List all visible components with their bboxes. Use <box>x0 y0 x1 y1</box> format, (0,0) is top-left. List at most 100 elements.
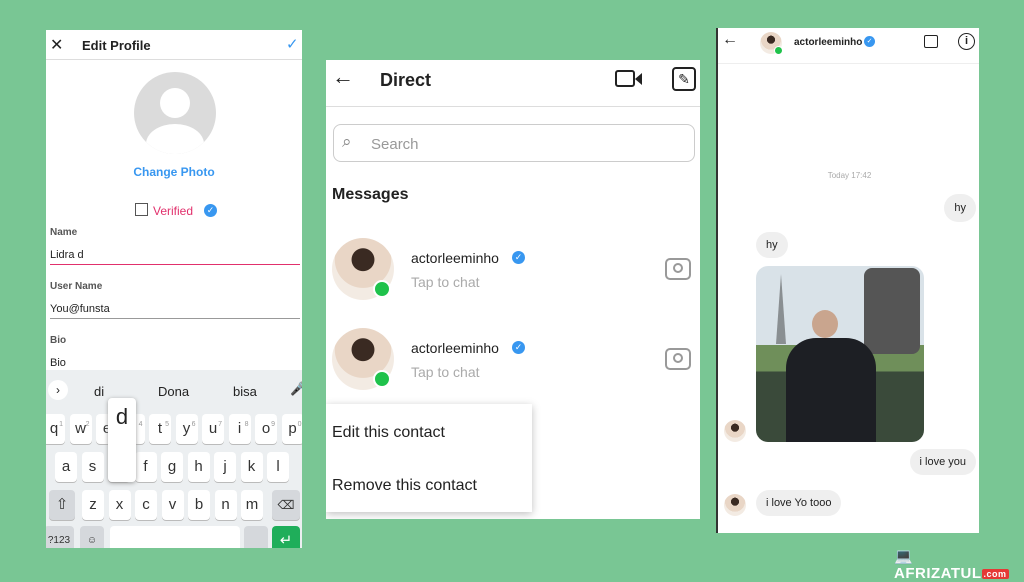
username-input[interactable]: You@funsta <box>50 303 300 319</box>
check-icon[interactable]: ✓ <box>286 35 299 53</box>
key-label: w <box>75 420 86 437</box>
timestamp: Today 17:42 <box>827 171 872 180</box>
key-label: g <box>167 458 177 475</box>
microphone-icon[interactable]: 🎤 <box>290 381 302 397</box>
thread-subtitle: Tap to chat <box>411 274 480 290</box>
key[interactable]: j <box>214 452 236 482</box>
key-hint: 2 <box>85 421 90 428</box>
key[interactable]: y6 <box>175 414 198 444</box>
key-label: x <box>115 496 124 513</box>
key-popup: d <box>108 398 136 482</box>
profile-photo[interactable] <box>134 72 216 154</box>
key[interactable]: p0 <box>281 414 302 444</box>
space-key[interactable] <box>110 526 240 548</box>
key-label: q <box>49 420 59 437</box>
video-call-icon[interactable] <box>924 35 938 48</box>
chat-username[interactable]: actorleeminho <box>794 37 862 48</box>
new-message-icon[interactable]: ✎ <box>672 67 696 91</box>
key-hint: 8 <box>244 421 249 428</box>
message-received: i love Yo tooo <box>756 490 842 516</box>
key[interactable]: v <box>161 490 184 520</box>
back-arrow-icon[interactable]: ← <box>722 31 738 49</box>
key-label: m <box>245 496 259 513</box>
info-icon[interactable]: i <box>958 33 975 50</box>
key[interactable]: a <box>55 452 77 482</box>
key-hint: 9 <box>271 421 275 428</box>
message-sent: hy <box>944 194 976 222</box>
username-label: User Name <box>50 281 103 292</box>
context-menu: Edit this contact Remove this contact <box>326 404 532 512</box>
message-received: hy <box>756 232 788 258</box>
suggestion[interactable]: Dona <box>158 384 189 399</box>
key[interactable]: i8 <box>228 414 251 444</box>
back-arrow-icon[interactable]: ← <box>332 64 354 90</box>
key-label: n <box>221 496 230 513</box>
suggestion[interactable]: di <box>94 384 104 399</box>
period-key[interactable] <box>244 526 268 548</box>
suggestion[interactable]: bisa <box>233 384 257 399</box>
camera-icon[interactable] <box>665 348 691 370</box>
enter-key[interactable]: ↵ <box>272 526 300 548</box>
key[interactable]: c <box>135 490 157 520</box>
photo-message[interactable] <box>756 266 924 442</box>
edit-profile-header: ✕ Edit Profile ✓ <box>46 30 302 60</box>
key[interactable]: z <box>82 490 104 520</box>
keyboard: › di Dona bisa 🎤 q1w2e3r4t5y6u7i8o9p0asd… <box>46 370 302 548</box>
key[interactable]: u7 <box>202 414 224 444</box>
key-label: t <box>157 420 163 437</box>
camera-icon[interactable] <box>665 258 691 280</box>
key[interactable]: o9 <box>255 414 277 444</box>
key[interactable]: f <box>134 452 157 482</box>
search-placeholder: Search <box>371 136 419 153</box>
video-camera-lens <box>635 73 642 85</box>
key-label: j <box>223 458 227 475</box>
divider <box>326 106 700 107</box>
key[interactable]: t5 <box>149 414 171 444</box>
key[interactable]: h <box>187 452 210 482</box>
key[interactable]: g <box>161 452 183 482</box>
name-input[interactable]: Lidra d <box>50 249 300 265</box>
page-title: Direct <box>380 70 432 90</box>
key[interactable]: w2 <box>69 414 92 444</box>
key-label: u <box>208 420 218 437</box>
key[interactable]: n <box>214 490 237 520</box>
thread-row[interactable]: actorleeminho ✓ Tap to chat <box>326 230 700 310</box>
key-hint: 4 <box>138 421 143 428</box>
chevron-right-icon[interactable]: › <box>48 380 68 400</box>
page-title: Edit Profile <box>82 38 151 53</box>
search-input[interactable]: ⌕ Search <box>333 124 695 162</box>
key-hint: 7 <box>218 421 222 428</box>
key-hint: 1 <box>59 421 63 428</box>
menu-item-remove-contact[interactable]: Remove this contact <box>332 477 477 495</box>
emoji-key[interactable]: ☺ <box>80 526 104 548</box>
thread-row[interactable]: actorleeminho ✓ Tap to chat <box>326 320 700 400</box>
search-icon: ⌕ <box>342 132 352 151</box>
key[interactable]: k <box>240 452 263 482</box>
verified-badge-icon: ✓ <box>864 36 875 47</box>
video-camera-icon[interactable] <box>615 70 635 87</box>
key-hint: 0 <box>297 421 302 428</box>
key-label: i <box>237 420 242 437</box>
key-label: o <box>261 420 271 437</box>
key-label: k <box>247 458 256 475</box>
key[interactable]: m <box>241 490 263 520</box>
menu-item-edit-contact[interactable]: Edit this contact <box>332 424 445 442</box>
close-icon[interactable]: ✕ <box>50 35 63 55</box>
key-label: h <box>194 458 203 475</box>
key[interactable]: s <box>81 452 104 482</box>
key[interactable]: l <box>267 452 289 482</box>
online-indicator <box>373 280 391 298</box>
backspace-key[interactable]: ⌫ <box>272 490 300 520</box>
shift-key[interactable]: ⇧ <box>49 490 75 520</box>
watermark-tld: .com <box>981 569 1009 580</box>
key[interactable]: b <box>188 490 210 520</box>
key-label: s <box>88 458 97 475</box>
change-photo-link[interactable]: Change Photo <box>46 165 302 179</box>
bio-input[interactable]: Bio <box>50 357 300 369</box>
key[interactable]: q1 <box>46 414 65 444</box>
key-label: l <box>276 458 280 475</box>
symbols-key[interactable]: ?123 <box>46 526 74 548</box>
key[interactable]: x <box>108 490 131 520</box>
verified-checkbox[interactable] <box>135 203 148 216</box>
chat-screen: ← actorleeminho ✓ i Today 17:42 hy hy i … <box>716 28 979 533</box>
